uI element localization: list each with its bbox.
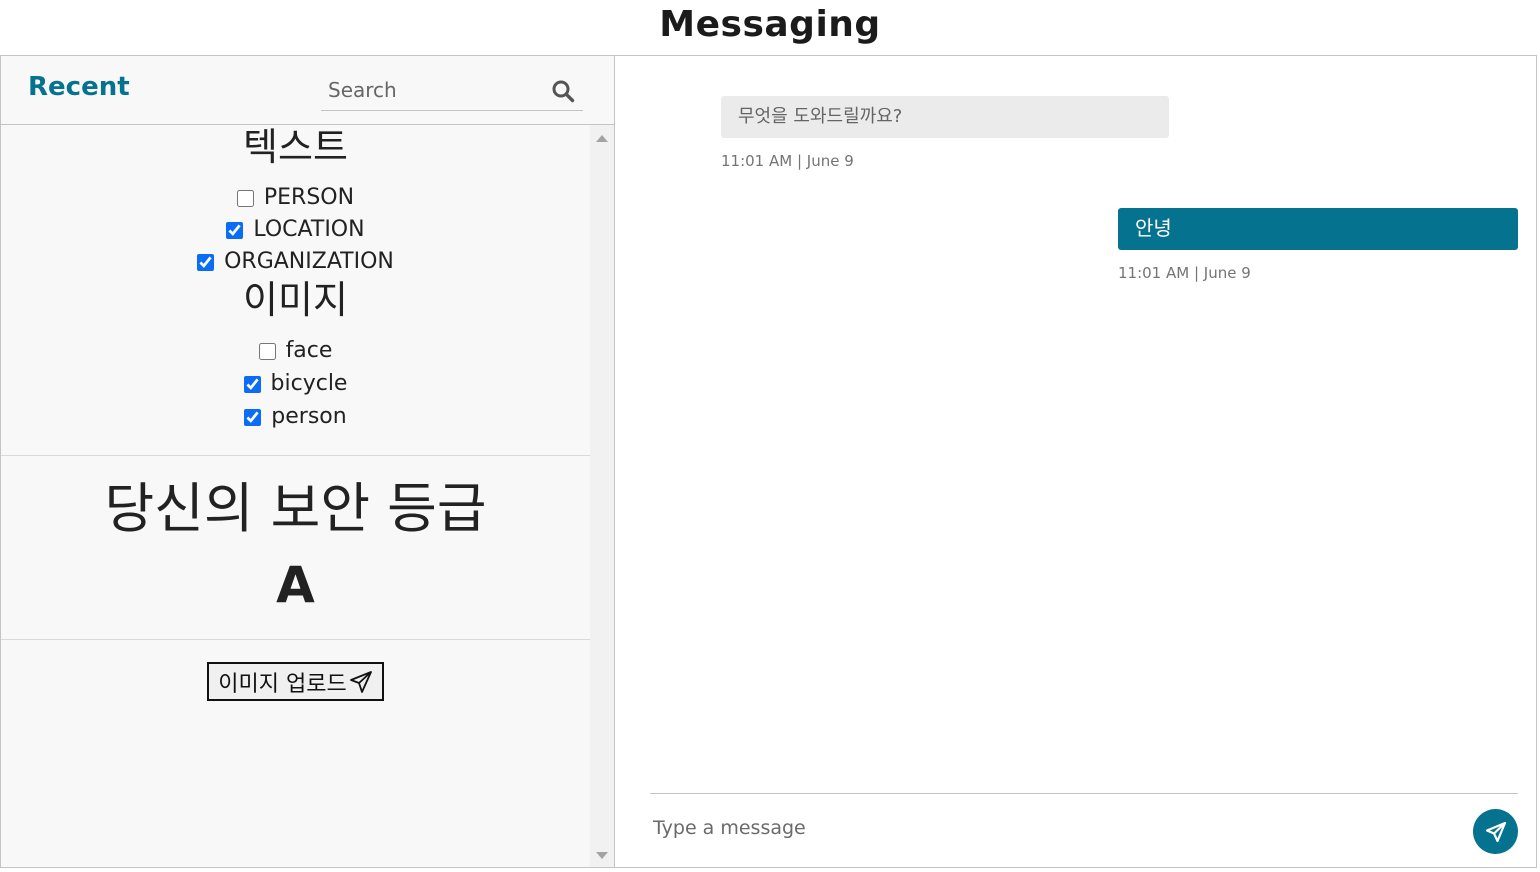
incoming-message: 무엇을 도와드릴까요? (721, 96, 1169, 138)
upload-image-button[interactable]: 이미지 업로드 (207, 662, 384, 701)
scroll-up-arrow-icon[interactable] (596, 135, 608, 142)
checkbox-label: PERSON (263, 185, 355, 210)
search-input[interactable] (321, 73, 548, 107)
search-bar (321, 73, 583, 111)
checkbox-label: ORGANIZATION (224, 249, 394, 274)
message-input[interactable] (650, 808, 1453, 848)
paper-plane-icon (1484, 820, 1508, 844)
security-grade-section: 당신의 보안 등급 A (1, 455, 590, 640)
image-filter-heading: 이미지 (243, 278, 348, 322)
sidebar-scroll-area: 텍스트 PERSON LOCATION ORGANIZATION 이미지 fac… (1, 125, 590, 867)
send-button[interactable] (1473, 809, 1518, 854)
checkbox-label: person (271, 404, 347, 429)
security-grade-label: 당신의 보안 등급 (104, 477, 487, 540)
checkbox-label: bicycle (270, 371, 348, 396)
scroll-down-arrow-icon[interactable] (596, 852, 608, 859)
filter-option-location[interactable]: LOCATION (1, 215, 590, 245)
checkbox-organization[interactable] (197, 253, 215, 271)
checkbox-label: LOCATION (253, 217, 365, 242)
filter-option-face[interactable]: face (1, 336, 590, 366)
outgoing-message: 안녕 (1118, 208, 1518, 250)
checkbox-bicycle[interactable] (243, 375, 261, 393)
upload-section: 이미지 업로드 (1, 640, 590, 867)
upload-button-label: 이미지 업로드 (218, 671, 347, 697)
message-composer (650, 793, 1518, 868)
page-title: Messaging (659, 4, 881, 45)
search-icon[interactable] (547, 75, 579, 107)
checkbox-person-image[interactable] (244, 408, 262, 426)
sidebar: Recent 텍스트 PERSON (1, 56, 615, 867)
security-grade-value: A (276, 556, 315, 614)
paper-plane-icon (349, 670, 373, 694)
messaging-frame: Recent 텍스트 PERSON (0, 55, 1537, 868)
filter-option-bicycle[interactable]: bicycle (1, 369, 590, 399)
sidebar-scrollbar[interactable] (590, 125, 614, 867)
filter-option-organization[interactable]: ORGANIZATION (1, 247, 590, 277)
message-timestamp: 11:01 AM | June 9 (1118, 264, 1251, 282)
filter-option-person-image[interactable]: person (1, 402, 590, 432)
checkbox-face[interactable] (258, 342, 276, 360)
checkbox-location[interactable] (226, 221, 244, 239)
chat-panel: 무엇을 도와드릴까요? 11:01 AM | June 9 안녕 11:01 A… (615, 56, 1536, 867)
text-filter-heading: 텍스트 (243, 125, 348, 169)
filter-option-person-text[interactable]: PERSON (1, 183, 590, 213)
filter-section: 텍스트 PERSON LOCATION ORGANIZATION 이미지 fac… (1, 125, 590, 456)
recent-heading: Recent (28, 72, 130, 102)
message-timestamp: 11:01 AM | June 9 (721, 152, 854, 170)
sidebar-header: Recent (1, 56, 614, 125)
checkbox-label: face (285, 338, 333, 363)
checkbox-person-text[interactable] (236, 189, 254, 207)
